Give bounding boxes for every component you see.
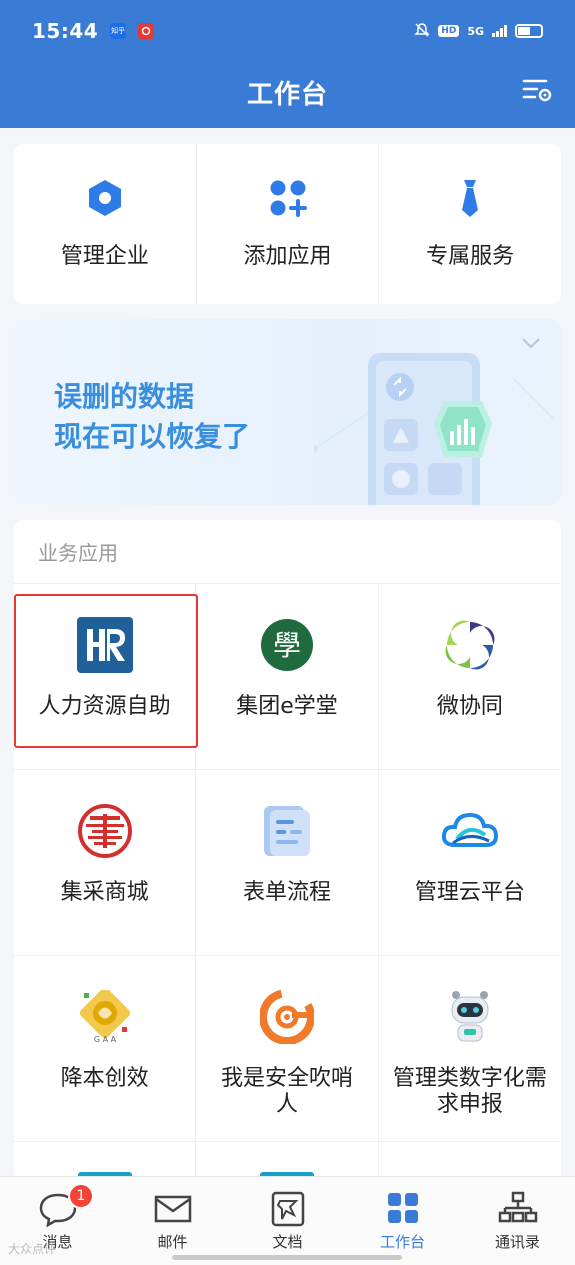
app-label: 降本创效: [60, 1066, 149, 1091]
phone-illustration: [314, 353, 554, 505]
quick-action-label: 添加应用: [243, 244, 332, 269]
unread-badge: 1: [68, 1183, 94, 1209]
svg-text:G A A: G A A: [94, 1035, 117, 1044]
nav-workbench[interactable]: 工作台: [345, 1177, 460, 1265]
contacts-icon: [498, 1191, 537, 1223]
add-apps-icon: [270, 180, 307, 217]
app-label: 人力资源自助: [38, 694, 171, 719]
hd-badge: HD: [438, 25, 460, 37]
app-partial-2[interactable]: [196, 1142, 379, 1180]
banner-line1: 误删的数据: [54, 380, 195, 413]
status-time: 15:44: [32, 19, 99, 43]
apps-grid: 人力资源自助 學 集团e学堂 微协同 集采商城 表单流程 管理云平台 G A A…: [14, 584, 561, 1180]
whistle-icon: [258, 988, 316, 1046]
form-icon: [258, 802, 316, 860]
status-bar: 15:44 知乎 HD 5G: [0, 0, 575, 62]
zhihu-icon: 知乎: [110, 23, 127, 39]
xue-icon: 學: [258, 616, 316, 674]
swirl-icon: [441, 616, 499, 674]
app-label: 集团e学堂: [236, 694, 338, 719]
battery-icon: [515, 24, 543, 38]
nav-label: 文档: [272, 1233, 303, 1251]
app-label: 集采商城: [60, 880, 149, 905]
app-hr-selfservice[interactable]: 人力资源自助: [14, 584, 198, 770]
network-label: 5G: [467, 24, 484, 38]
app-management-cloud[interactable]: 管理云平台: [378, 770, 561, 956]
business-apps-card: 业务应用 人力资源自助 學 集团e学堂 微协同 集采商城 表单流程 管理云平台 …: [14, 520, 561, 1180]
app-cost-reduction[interactable]: G A A 降本创效: [14, 956, 197, 1142]
app-safety-whistleblower[interactable]: 我是安全吹哨人: [196, 956, 379, 1142]
page-title: 工作台: [246, 80, 328, 110]
app-elearning[interactable]: 學 集团e学堂: [196, 584, 379, 770]
shop-seal-icon: [76, 802, 134, 860]
manage-enterprise-button[interactable]: 管理企业: [14, 144, 197, 304]
mute-icon: [414, 22, 431, 41]
app-collaboration[interactable]: 微协同: [378, 584, 561, 770]
quick-action-label: 管理企业: [60, 244, 149, 269]
app-form-workflow[interactable]: 表单流程: [196, 770, 379, 956]
add-app-button[interactable]: 添加应用: [197, 144, 380, 304]
nav-mail[interactable]: 邮件: [115, 1177, 230, 1265]
app-header: 15:44 知乎 HD 5G 工作台: [0, 0, 575, 128]
section-title: 业务应用: [14, 520, 561, 584]
banner-text: 误删的数据 现在可以恢复了: [54, 377, 250, 457]
app-digital-demand[interactable]: 管理类数字化需求申报: [378, 956, 561, 1142]
nav-label: 工作台: [379, 1233, 425, 1251]
promo-banner[interactable]: 误删的数据 现在可以恢复了: [14, 319, 561, 505]
bottom-nav: 1 消息 邮件 文档 工作台 通讯录: [0, 1176, 575, 1265]
app-partial-1[interactable]: [14, 1142, 197, 1180]
app-label: 微协同: [436, 694, 503, 719]
cloud-icon: [441, 802, 499, 860]
document-icon: [271, 1191, 304, 1227]
list-settings-icon: [522, 79, 552, 102]
app-label: 管理类数字化需求申报: [392, 1066, 547, 1117]
workbench-settings-button[interactable]: [521, 74, 553, 106]
app-label: 表单流程: [242, 880, 331, 905]
workbench-icon: [387, 1193, 418, 1223]
app-partial-3[interactable]: [379, 1142, 561, 1180]
nav-contacts[interactable]: 通讯录: [460, 1177, 575, 1265]
quick-actions-card: 管理企业 添加应用 专属服务: [14, 144, 561, 304]
exclusive-service-button[interactable]: 专属服务: [379, 144, 561, 304]
nav-label: 邮件: [157, 1233, 188, 1251]
app-procurement-mall[interactable]: 集采商城: [14, 770, 197, 956]
svg-text:學: 學: [273, 629, 301, 662]
app-label: 管理云平台: [414, 880, 525, 905]
signal-icon: [492, 25, 507, 37]
home-indicator[interactable]: [172, 1255, 402, 1260]
mail-icon: [154, 1195, 191, 1223]
quick-action-label: 专属服务: [426, 244, 515, 269]
nav-label: 通讯录: [494, 1233, 540, 1251]
hr-icon: [76, 616, 134, 674]
unionpay-icon: [138, 23, 155, 39]
watermark: 大众点评: [8, 1242, 57, 1256]
necktie-icon: [462, 180, 479, 217]
app-label: 我是安全吹哨人: [220, 1066, 353, 1117]
nav-documents[interactable]: 文档: [230, 1177, 345, 1265]
gaa-icon: G A A: [76, 988, 134, 1046]
banner-line2: 现在可以恢复了: [54, 420, 251, 453]
hexagon-icon: [88, 180, 121, 216]
robot-icon: [441, 988, 499, 1046]
